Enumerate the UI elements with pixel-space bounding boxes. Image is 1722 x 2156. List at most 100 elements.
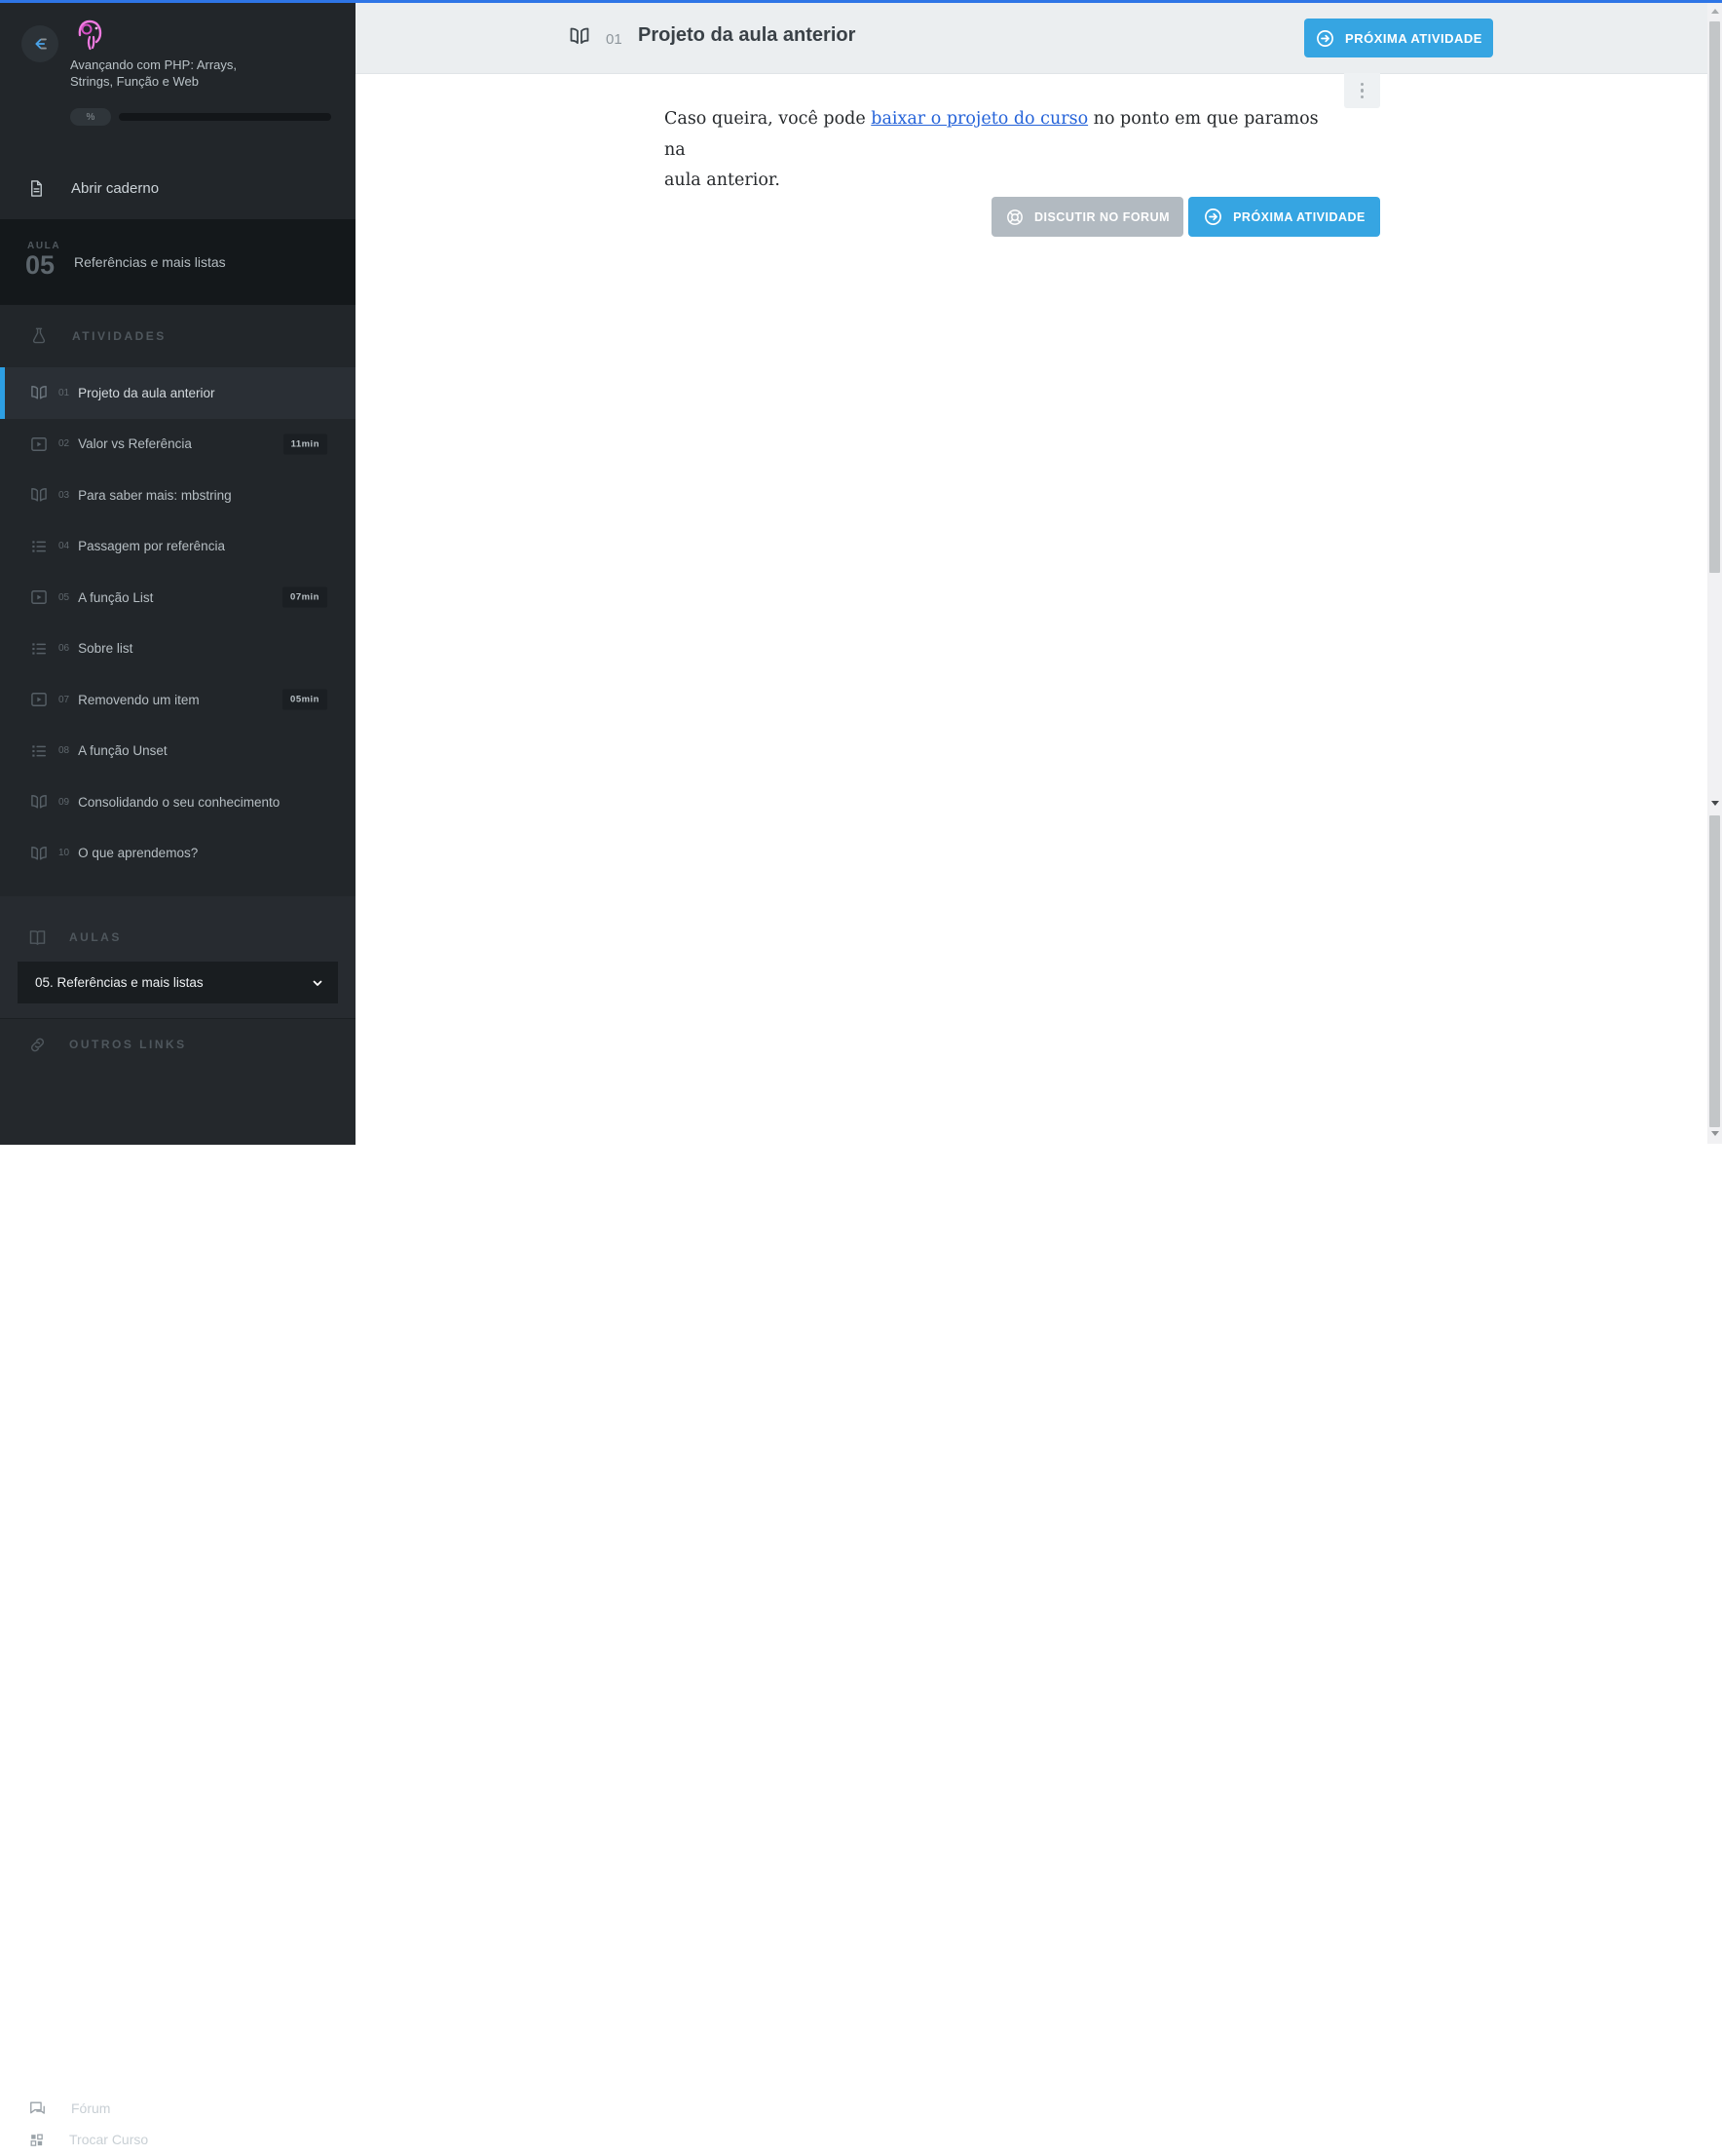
top-progress-line xyxy=(0,0,1722,3)
chevron-down-icon xyxy=(311,976,324,990)
activity-number: 07 xyxy=(58,694,70,705)
activity-number: 02 xyxy=(58,438,70,450)
lesson-select-value: 05. Referências e mais listas xyxy=(35,975,204,990)
book-open-icon xyxy=(29,792,49,812)
scrollbar-down-arrow-icon[interactable] xyxy=(1710,801,1719,806)
book-open-icon xyxy=(29,844,49,863)
scrollbar-thumb[interactable] xyxy=(1709,21,1720,573)
switch-course-grid-icon xyxy=(28,2132,45,2148)
activity-item-05[interactable]: 05 A função List 07min xyxy=(0,572,356,624)
discuss-forum-label: DISCUTIR NO FORUM xyxy=(1033,209,1171,224)
download-project-link[interactable]: baixar o projeto do curso xyxy=(871,109,1088,129)
activity-label: O que aprendemos? xyxy=(78,846,199,861)
next-activity-label: PRÓXIMA ATIVIDADE xyxy=(1233,209,1366,224)
activity-label: Projeto da aula anterior xyxy=(78,385,215,400)
book-open-icon xyxy=(29,383,49,402)
book-open-icon xyxy=(29,485,49,505)
collapse-sidebar-button[interactable] xyxy=(21,25,58,62)
aulas-section: AULAS 05. Referências e mais listas xyxy=(0,896,356,1018)
aulas-section-header: AULAS xyxy=(0,918,122,957)
activity-label: Removendo um item xyxy=(78,692,200,707)
circle-arrow-right-icon xyxy=(1315,28,1335,49)
switch-course-label: Trocar Curso xyxy=(69,2132,149,2147)
activities-header-label: ATIVIDADES xyxy=(72,329,167,343)
aulas-header-label: AULAS xyxy=(69,930,122,944)
duration-badge: 05min xyxy=(282,689,327,710)
course-page: Avançando com PHP: Arrays, Strings, Funç… xyxy=(0,0,1722,2147)
book-icon xyxy=(27,927,48,948)
activity-number: 06 xyxy=(58,643,70,655)
scrollbar-down-arrow-icon[interactable] xyxy=(1710,1131,1719,1136)
course-title-line1: Avançando com PHP: Arrays, xyxy=(70,57,238,72)
duration-badge: 11min xyxy=(282,434,327,455)
activity-item-08[interactable]: 08 A função Unset xyxy=(0,726,356,777)
scrollbar-up-arrow-icon[interactable] xyxy=(1710,9,1719,14)
paragraph-line2: aula anterior. xyxy=(664,170,780,190)
kebab-dot xyxy=(1360,82,1365,87)
course-sidebar: Avançando com PHP: Arrays, Strings, Funç… xyxy=(0,0,356,2147)
main-content: 01 Projeto da aula anterior PRÓXIMA ATIV… xyxy=(356,3,1722,1144)
switch-course-link[interactable]: Trocar Curso xyxy=(0,2123,356,2156)
video-icon xyxy=(29,587,49,607)
circle-arrow-right-icon xyxy=(1203,207,1223,227)
forum-icon xyxy=(28,2099,47,2118)
activity-item-04[interactable]: 04 Passagem por referência xyxy=(0,521,356,573)
scrollbar-thumb[interactable] xyxy=(1709,815,1720,1127)
activity-item-07[interactable]: 07 Removendo um item 05min xyxy=(0,674,356,726)
video-icon xyxy=(29,435,49,454)
duration-badge: 07min xyxy=(282,586,327,608)
lesson-number: 05 xyxy=(25,250,56,280)
activity-label: Consolidando o seu conhecimento xyxy=(78,794,281,810)
open-notebook-label: Abrir caderno xyxy=(71,179,160,197)
other-links-header-label: OUTROS LINKS xyxy=(69,1038,187,1051)
activity-header-number: 01 xyxy=(606,31,622,48)
course-title: Avançando com PHP: Arrays, Strings, Funç… xyxy=(70,57,237,90)
activity-label: Valor vs Referência xyxy=(78,436,192,452)
activity-label: Para saber mais: mbstring xyxy=(78,487,232,503)
kebab-dot xyxy=(1360,95,1365,99)
forum-link[interactable]: Fórum xyxy=(0,2092,356,2125)
list-icon xyxy=(29,639,49,659)
activity-number: 03 xyxy=(58,489,70,501)
next-activity-button-bottom[interactable]: PRÓXIMA ATIVIDADE xyxy=(1188,197,1380,237)
activity-item-10[interactable]: 10 O que aprendemos? xyxy=(0,828,356,880)
activity-number: 05 xyxy=(58,591,70,603)
activity-item-09[interactable]: 09 Consolidando o seu conhecimento xyxy=(0,776,356,828)
activity-item-01[interactable]: 01 Projeto da aula anterior xyxy=(0,367,356,419)
activity-label: A função Unset xyxy=(78,743,168,759)
progress-bar xyxy=(119,113,331,121)
activities-list: 01 Projeto da aula anterior 02 Valor vs … xyxy=(0,367,356,879)
open-notebook-link[interactable]: Abrir caderno xyxy=(0,168,356,208)
course-title-line2: Strings, Função e Web xyxy=(70,74,199,89)
next-activity-button-top[interactable]: PRÓXIMA ATIVIDADE xyxy=(1304,19,1493,57)
activity-number: 10 xyxy=(58,848,70,859)
video-icon xyxy=(29,690,49,709)
discuss-forum-button[interactable]: DISCUTIR NO FORUM xyxy=(992,197,1183,237)
activity-number: 08 xyxy=(58,745,70,757)
activity-label: A função List xyxy=(78,589,154,605)
list-icon xyxy=(29,741,49,761)
other-links-section: OUTROS LINKS Fórum Trocar Curso xyxy=(0,1018,356,2147)
activity-number: 01 xyxy=(58,387,70,398)
flask-icon xyxy=(29,326,49,346)
lesson-select-dropdown[interactable]: 05. Referências e mais listas xyxy=(18,962,338,1003)
forum-label: Fórum xyxy=(71,2100,111,2116)
activity-label: Passagem por referência xyxy=(78,539,225,554)
lesson-title: Referências e mais listas xyxy=(74,254,226,270)
next-activity-label: PRÓXIMA ATIVIDADE xyxy=(1345,30,1482,46)
activity-item-02[interactable]: 02 Valor vs Referência 11min xyxy=(0,419,356,471)
activity-number: 04 xyxy=(58,541,70,552)
page-scrollbar[interactable] xyxy=(1707,3,1722,1144)
progress-percent-pill: % xyxy=(70,108,111,126)
activity-item-03[interactable]: 03 Para saber mais: mbstring xyxy=(0,470,356,521)
paragraph-text: Caso queira, você pode xyxy=(664,109,872,129)
list-icon xyxy=(29,537,49,556)
activities-section-header: ATIVIDADES xyxy=(0,305,356,367)
activity-item-06[interactable]: 06 Sobre list xyxy=(0,624,356,675)
php-elephant-icon xyxy=(68,14,111,57)
other-links-header: OUTROS LINKS xyxy=(0,1027,187,1062)
links-icon xyxy=(27,1035,48,1055)
lesson-paragraph: Caso queira, você pode baixar o projeto … xyxy=(664,104,1319,197)
collapse-sidebar-icon xyxy=(29,33,51,55)
more-options-button[interactable] xyxy=(1344,73,1380,108)
